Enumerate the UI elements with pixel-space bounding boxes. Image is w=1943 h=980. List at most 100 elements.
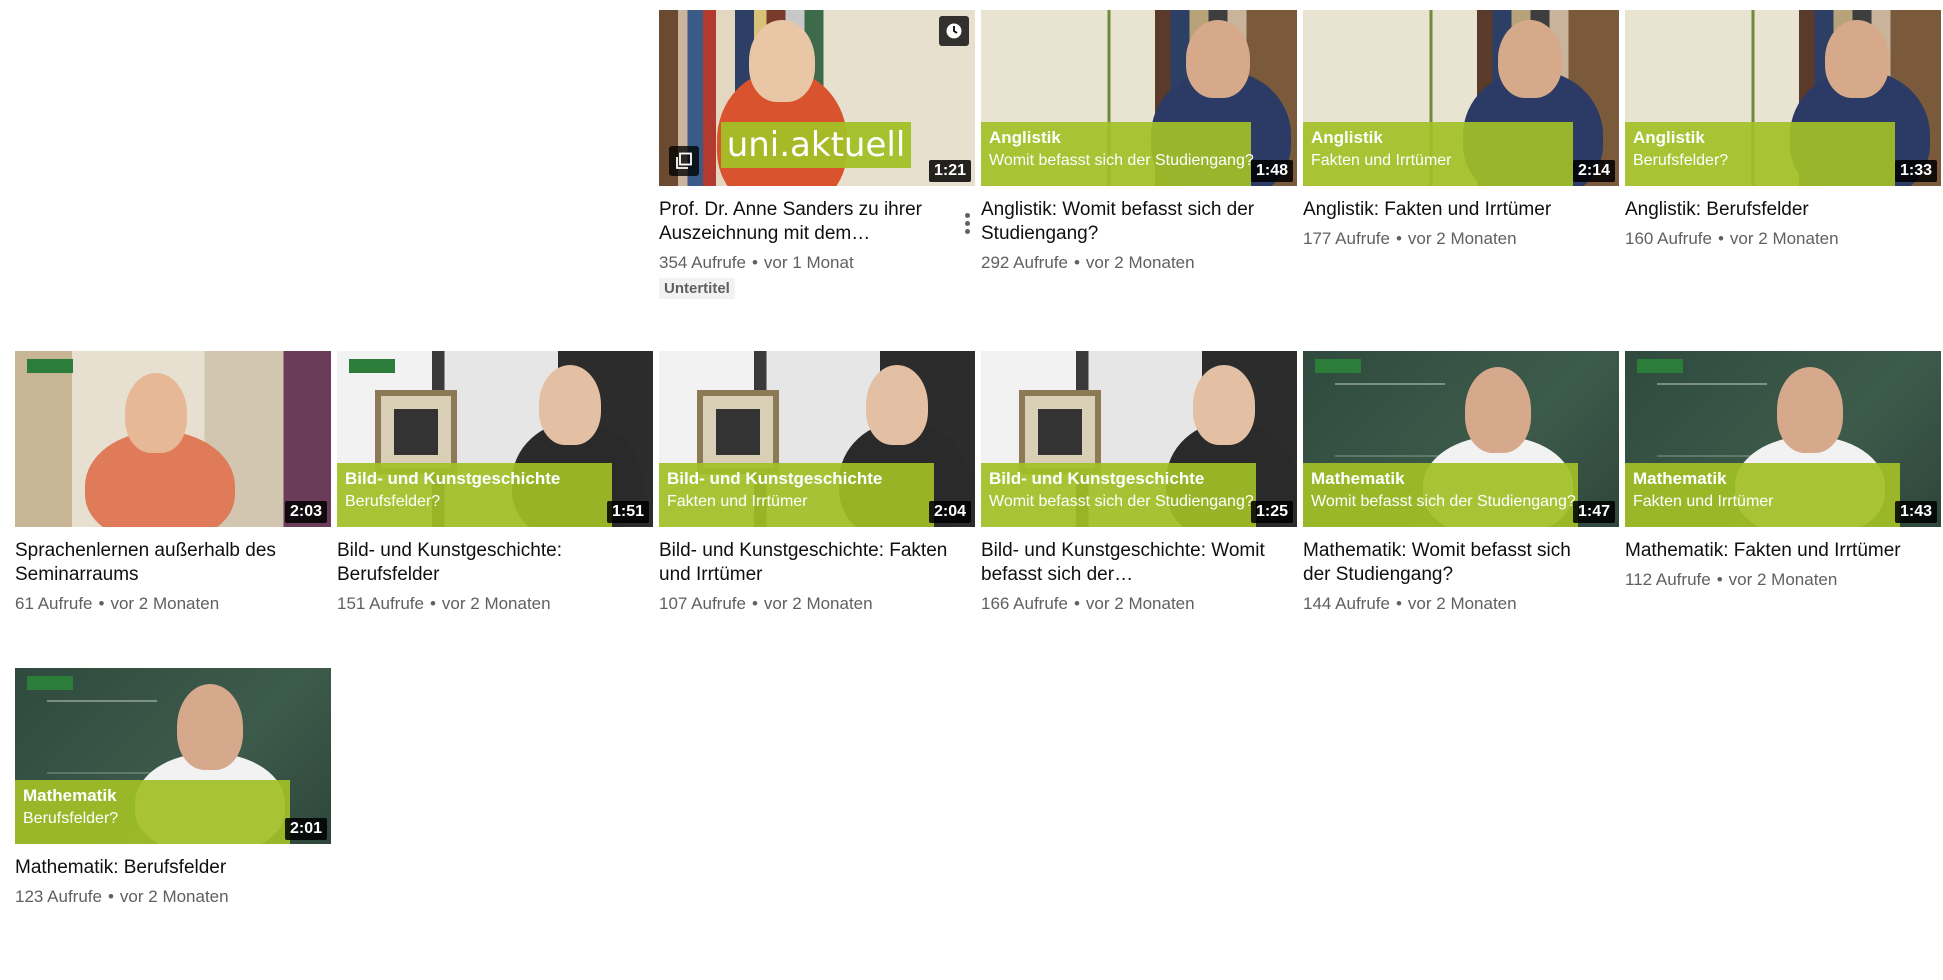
upload-age: vor 2 Monaten — [110, 594, 220, 613]
video-title[interactable]: Mathematik: Fakten und Irrtümer — [1625, 539, 1941, 563]
view-count: 144 Aufrufe — [1303, 594, 1390, 613]
band-title: Bild- und Kunstgeschichte — [345, 469, 561, 488]
video-title[interactable]: Anglistik: Womit befasst sich der Studie… — [981, 198, 1297, 246]
video-thumbnail[interactable]: Anglistik Womit befasst sich der Studien… — [981, 10, 1297, 186]
queue-icon[interactable] — [669, 146, 699, 176]
logo — [1637, 359, 1683, 373]
video-card[interactable]: Bild- und Kunstgeschichte Womit befasst … — [981, 351, 1297, 614]
band-subtitle: Berufsfelder? — [23, 810, 119, 827]
video-card[interactable]: Anglistik Fakten und Irrtümer 2:14 Angli… — [1303, 10, 1619, 249]
upload-age: vor 2 Monaten — [441, 594, 551, 613]
view-count: 354 Aufrufe — [659, 253, 746, 272]
upload-age: vor 2 Monaten — [1729, 229, 1839, 248]
view-count: 160 Aufrufe — [1625, 229, 1712, 248]
video-thumbnail[interactable]: Bild- und Kunstgeschichte Fakten und Irr… — [659, 351, 975, 527]
clock-icon[interactable] — [939, 16, 969, 46]
video-card[interactable]: Bild- und Kunstgeschichte Berufsfelder? … — [337, 351, 653, 614]
band-title: Anglistik — [1311, 128, 1383, 147]
video-thumbnail[interactable]: Anglistik Fakten und Irrtümer 2:14 — [1303, 10, 1619, 186]
view-count: 151 Aufrufe — [337, 594, 424, 613]
duration-badge: 1:21 — [928, 160, 971, 182]
overlay-text: uni.aktuell — [721, 122, 911, 168]
video-meta: 166 Aufrufe • vor 2 Monaten — [981, 594, 1195, 613]
video-title[interactable]: Anglistik: Berufsfelder — [1625, 198, 1941, 222]
logo — [27, 359, 73, 373]
video-card[interactable]: Bild- und Kunstgeschichte Fakten und Irr… — [659, 351, 975, 614]
view-count: 61 Aufrufe — [15, 594, 93, 613]
band-title: Mathematik — [1633, 469, 1727, 488]
video-thumbnail[interactable]: Bild- und Kunstgeschichte Berufsfelder? … — [337, 351, 653, 527]
video-thumbnail[interactable]: Bild- und Kunstgeschichte Womit befasst … — [981, 351, 1297, 527]
video-title[interactable]: Anglistik: Fakten und Irrtümer — [1303, 198, 1619, 222]
video-title[interactable]: Bild- und Kunstgeschichte: Womit befasst… — [981, 539, 1297, 587]
video-title[interactable]: Mathematik: Womit befasst sich der Studi… — [1303, 539, 1619, 587]
subtitle-badge: Untertitel — [659, 278, 735, 299]
video-title[interactable]: Prof. Dr. Anne Sanders zu ihrer Auszeich… — [659, 198, 975, 246]
upload-age: vor 2 Monaten — [1085, 253, 1195, 272]
band-title: Anglistik — [989, 128, 1061, 147]
video-meta: 112 Aufrufe • vor 2 Monaten — [1625, 570, 1838, 589]
more-vert-icon[interactable] — [963, 210, 971, 237]
view-count: 123 Aufrufe — [15, 887, 102, 906]
duration-badge: 1:33 — [1894, 160, 1937, 182]
upload-age: vor 2 Monaten — [1728, 570, 1838, 589]
upload-age: vor 1 Monat — [763, 253, 854, 272]
duration-badge: 2:14 — [1572, 160, 1615, 182]
video-card[interactable]: Anglistik Womit befasst sich der Studien… — [981, 10, 1297, 273]
band-title: Anglistik — [1633, 128, 1705, 147]
band-subtitle: Womit befasst sich der Studiengang? — [989, 493, 1254, 510]
upload-age: vor 2 Monaten — [1407, 229, 1517, 248]
view-count: 112 Aufrufe — [1625, 570, 1711, 589]
view-count: 166 Aufrufe — [981, 594, 1068, 613]
duration-badge: 1:51 — [606, 501, 649, 523]
upload-age: vor 2 Monaten — [1085, 594, 1195, 613]
video-meta: 354 Aufrufe • vor 1 Monat — [659, 253, 854, 272]
duration-badge: 2:03 — [284, 501, 327, 523]
upload-age: vor 2 Monaten — [1407, 594, 1517, 613]
band-subtitle: Fakten und Irrtümer — [667, 493, 808, 510]
duration-badge: 1:43 — [1894, 501, 1937, 523]
video-thumbnail[interactable]: Mathematik Fakten und Irrtümer 1:43 — [1625, 351, 1941, 527]
video-thumbnail[interactable]: 2:03 — [15, 351, 331, 527]
video-meta: 160 Aufrufe • vor 2 Monaten — [1625, 229, 1839, 248]
video-card[interactable]: Mathematik Berufsfelder? 2:01 Mathematik… — [15, 668, 331, 907]
band-subtitle: Berufsfelder? — [1633, 152, 1729, 169]
video-meta: 123 Aufrufe • vor 2 Monaten — [15, 887, 229, 906]
band-title: Mathematik — [23, 786, 117, 805]
logo — [349, 359, 395, 373]
video-thumbnail[interactable]: Mathematik Womit befasst sich der Studie… — [1303, 351, 1619, 527]
view-count: 107 Aufrufe — [659, 594, 746, 613]
video-meta: 151 Aufrufe • vor 2 Monaten — [337, 594, 551, 613]
video-thumbnail[interactable]: uni.aktuell 1:21 — [659, 10, 975, 186]
band-subtitle: Fakten und Irrtümer — [1633, 493, 1774, 510]
video-title[interactable]: Sprachenlernen außerhalb des Seminarraum… — [15, 539, 331, 587]
video-title[interactable]: Bild- und Kunstgeschichte: Fakten und Ir… — [659, 539, 975, 587]
video-title[interactable]: Bild- und Kunstgeschichte: Berufsfelder — [337, 539, 653, 587]
upload-age: vor 2 Monaten — [763, 594, 873, 613]
video-card[interactable]: uni.aktuell 1:21 Prof. Dr. Anne Sanders … — [659, 10, 975, 299]
logo — [27, 676, 73, 690]
video-meta: 177 Aufrufe • vor 2 Monaten — [1303, 229, 1517, 248]
video-title[interactable]: Mathematik: Berufsfelder — [15, 856, 331, 880]
video-card[interactable]: Mathematik Womit befasst sich der Studie… — [1303, 351, 1619, 614]
duration-badge: 1:47 — [1572, 501, 1615, 523]
video-thumbnail[interactable]: Mathematik Berufsfelder? 2:01 — [15, 668, 331, 844]
band-subtitle: Berufsfelder? — [345, 493, 441, 510]
video-grid: uni.aktuell 1:21 Prof. Dr. Anne Sanders … — [0, 0, 1943, 980]
video-card[interactable]: Mathematik Fakten und Irrtümer 1:43 Math… — [1625, 351, 1941, 590]
video-card[interactable]: 2:03 Sprachenlernen außerhalb des Semina… — [15, 351, 331, 614]
upload-age: vor 2 Monaten — [119, 887, 229, 906]
video-thumbnail[interactable]: Anglistik Berufsfelder? 1:33 — [1625, 10, 1941, 186]
band-title: Bild- und Kunstgeschichte — [989, 469, 1205, 488]
video-meta: 107 Aufrufe • vor 2 Monaten — [659, 594, 873, 613]
logo — [1315, 359, 1361, 373]
video-meta: 144 Aufrufe • vor 2 Monaten — [1303, 594, 1517, 613]
duration-badge: 2:04 — [928, 501, 971, 523]
duration-badge: 1:48 — [1250, 160, 1293, 182]
duration-badge: 1:25 — [1250, 501, 1293, 523]
band-title: Mathematik — [1311, 469, 1405, 488]
video-card[interactable]: Anglistik Berufsfelder? 1:33 Anglistik: … — [1625, 10, 1941, 249]
video-meta: 292 Aufrufe • vor 2 Monaten — [981, 253, 1195, 272]
band-subtitle: Fakten und Irrtümer — [1311, 152, 1452, 169]
band-title: Bild- und Kunstgeschichte — [667, 469, 883, 488]
